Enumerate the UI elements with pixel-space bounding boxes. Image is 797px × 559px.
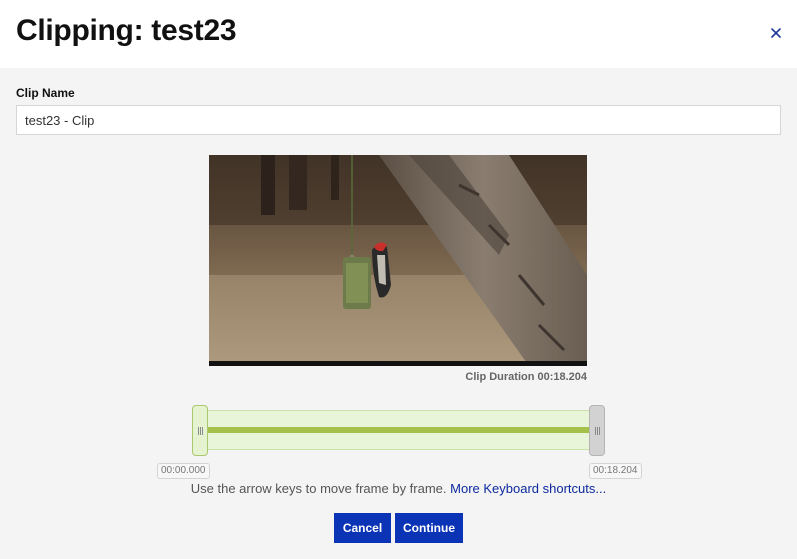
- clip-duration-value: 00:18.204: [537, 371, 587, 383]
- close-icon: [771, 28, 781, 38]
- continue-button[interactable]: Continue: [395, 513, 463, 543]
- cancel-button[interactable]: Cancel: [334, 513, 391, 543]
- clip-name-label: Clip Name: [16, 86, 75, 100]
- keyboard-hint-text: Use the arrow keys to move frame by fram…: [190, 481, 447, 496]
- grip-icon: [197, 426, 203, 435]
- start-time-label: 00:00.000: [157, 463, 210, 479]
- close-button[interactable]: [765, 22, 787, 44]
- video-frame-image: [209, 155, 587, 366]
- clip-trimmer[interactable]: [192, 405, 606, 457]
- clip-name-input[interactable]: [16, 105, 781, 135]
- video-preview[interactable]: [209, 155, 587, 366]
- trim-start-handle[interactable]: [192, 405, 208, 456]
- clip-duration: Clip Duration 00:18.204: [465, 371, 587, 383]
- dialog-header: Clipping: test23: [0, 0, 797, 68]
- dialog-title: Clipping: test23: [16, 14, 237, 47]
- grip-icon: [594, 426, 600, 435]
- end-time-label: 00:18.204: [589, 463, 642, 479]
- trim-end-handle[interactable]: [589, 405, 605, 456]
- keyboard-hint: Use the arrow keys to move frame by fram…: [0, 481, 797, 496]
- trim-selection-bar: [200, 427, 598, 433]
- clip-duration-label: Clip Duration: [465, 371, 535, 383]
- keyboard-shortcuts-link[interactable]: More Keyboard shortcuts...: [450, 481, 606, 496]
